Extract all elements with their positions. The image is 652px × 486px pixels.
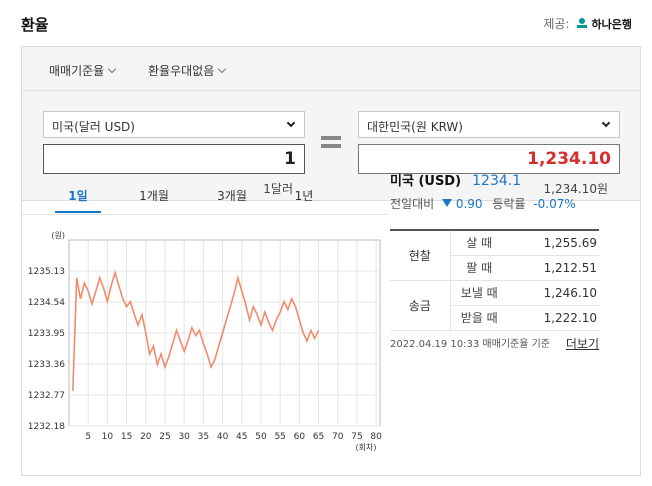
chevron-down-icon — [107, 64, 117, 73]
x-tick-label: 40 — [217, 432, 229, 442]
y-tick-label: 1235.13 — [28, 267, 65, 277]
more-link[interactable]: 더보기 — [566, 335, 599, 352]
rate-value: 1,246.10 — [508, 280, 599, 306]
rate-type-label: 매매기준율 — [49, 64, 105, 78]
y-tick-label: 1234.54 — [28, 298, 65, 308]
x-tick-label: 50 — [255, 432, 267, 442]
y-tick-label: 1232.77 — [28, 391, 65, 401]
rate-value: 1,222.10 — [508, 305, 599, 331]
rate-value: 1,255.69 — [508, 229, 599, 256]
provider-info: 제공: 하나은행 — [543, 15, 632, 32]
prev-value: 0.90 — [455, 197, 483, 211]
rate-label: 받을 때 — [450, 305, 508, 331]
y-unit-label: (원) — [51, 231, 65, 240]
tab-1month[interactable]: 1개월 — [129, 187, 179, 204]
to-currency-label: 대한민국(원 KRW) — [367, 120, 463, 134]
x-tick-label: 25 — [159, 432, 170, 442]
bank-logo-icon — [576, 17, 587, 28]
from-currency-label: 미국(달러 USD) — [52, 120, 135, 134]
period-tabs: 1일 1개월 3개월 1년 — [21, 185, 388, 215]
x-tick-label: 10 — [102, 432, 114, 442]
rate-type-dropdown[interactable]: 매매기준율 — [49, 62, 117, 79]
rate-label: 보낼 때 — [450, 280, 508, 306]
remit-group-label: 송금 — [390, 279, 451, 331]
bank-logo: 하나은행 — [575, 16, 632, 32]
change-row: 전일대비 0.90 등락률 -0.07% — [390, 195, 600, 212]
x-axis-label: (회차) — [356, 443, 377, 452]
tab-1day[interactable]: 1일 — [53, 187, 103, 213]
x-tick-label: 35 — [198, 432, 209, 442]
from-currency-select[interactable]: 미국(달러 USD) — [43, 111, 305, 138]
preference-label: 환율우대없음 — [148, 64, 215, 78]
tab-3month[interactable]: 3개월 — [207, 187, 257, 204]
x-tick-label: 70 — [332, 432, 344, 442]
ratio-label: 등락률 — [492, 197, 526, 211]
down-arrow-icon — [442, 199, 452, 207]
rate-value: 1,212.51 — [508, 255, 599, 281]
preference-dropdown[interactable]: 환율우대없음 — [148, 62, 227, 79]
x-tick-label: 20 — [140, 432, 152, 442]
summary-currency: 미국 (USD) — [390, 174, 462, 189]
y-tick-label: 1233.95 — [28, 329, 65, 339]
x-tick-label: 30 — [178, 432, 190, 442]
cash-group-label: 현찰 — [390, 229, 451, 281]
rate-label: 살 때 — [450, 229, 508, 256]
x-tick-label: 15 — [121, 432, 132, 442]
footer: 2022.04.19 10:33 매매기준율 기준 더보기 — [390, 335, 599, 352]
equals-icon — [321, 136, 341, 152]
provider-label: 제공: — [543, 17, 570, 31]
rate-label: 팔 때 — [450, 255, 508, 281]
filter-bar: 매매기준율 환율우대없음 — [22, 47, 640, 91]
x-tick-label: 45 — [236, 432, 247, 442]
rate-summary: 미국 (USD) 1234.1 전일대비 0.90 등락률 -0.07% — [390, 170, 600, 212]
chevron-down-icon — [286, 118, 296, 128]
x-tick-label: 65 — [313, 432, 324, 442]
y-tick-label: 1233.36 — [28, 360, 65, 370]
chevron-down-icon — [601, 118, 611, 128]
page-title: 환율 — [21, 16, 49, 34]
rate-line-chart: 5 10 15 20 25 30 35 40 45 50 55 60 65 70 75 80 1235.13 12… — [28, 231, 382, 452]
x-tick-label: 5 — [85, 432, 91, 442]
x-tick-label: 75 — [351, 432, 362, 442]
provider-name: 하나은행 — [591, 17, 632, 31]
x-tick-label: 55 — [274, 432, 285, 442]
timestamp-note: 2022.04.19 10:33 매매기준율 기준 — [390, 339, 551, 350]
tab-1year[interactable]: 1년 — [279, 187, 329, 204]
prev-label: 전일대비 — [390, 197, 435, 211]
summary-rate: 1234.1 — [472, 173, 522, 189]
to-currency-select[interactable]: 대한민국(원 KRW) — [358, 111, 620, 138]
x-tick-label: 80 — [370, 432, 382, 442]
chevron-down-icon — [218, 64, 227, 73]
x-tick-label: 60 — [294, 432, 306, 442]
ratio-value: -0.07% — [533, 197, 576, 211]
table-row: 현찰 살 때 1,255.69 — [390, 229, 599, 281]
table-row: 송금 보낼 때 1,246.10 — [390, 279, 599, 331]
rates-table: 현찰 살 때 1,255.69 팔 때 1,212.51 송금 보낼 때 1,2… — [390, 229, 599, 331]
from-amount-input[interactable]: 1 — [43, 144, 305, 174]
y-tick-label: 1232.18 — [28, 422, 65, 432]
